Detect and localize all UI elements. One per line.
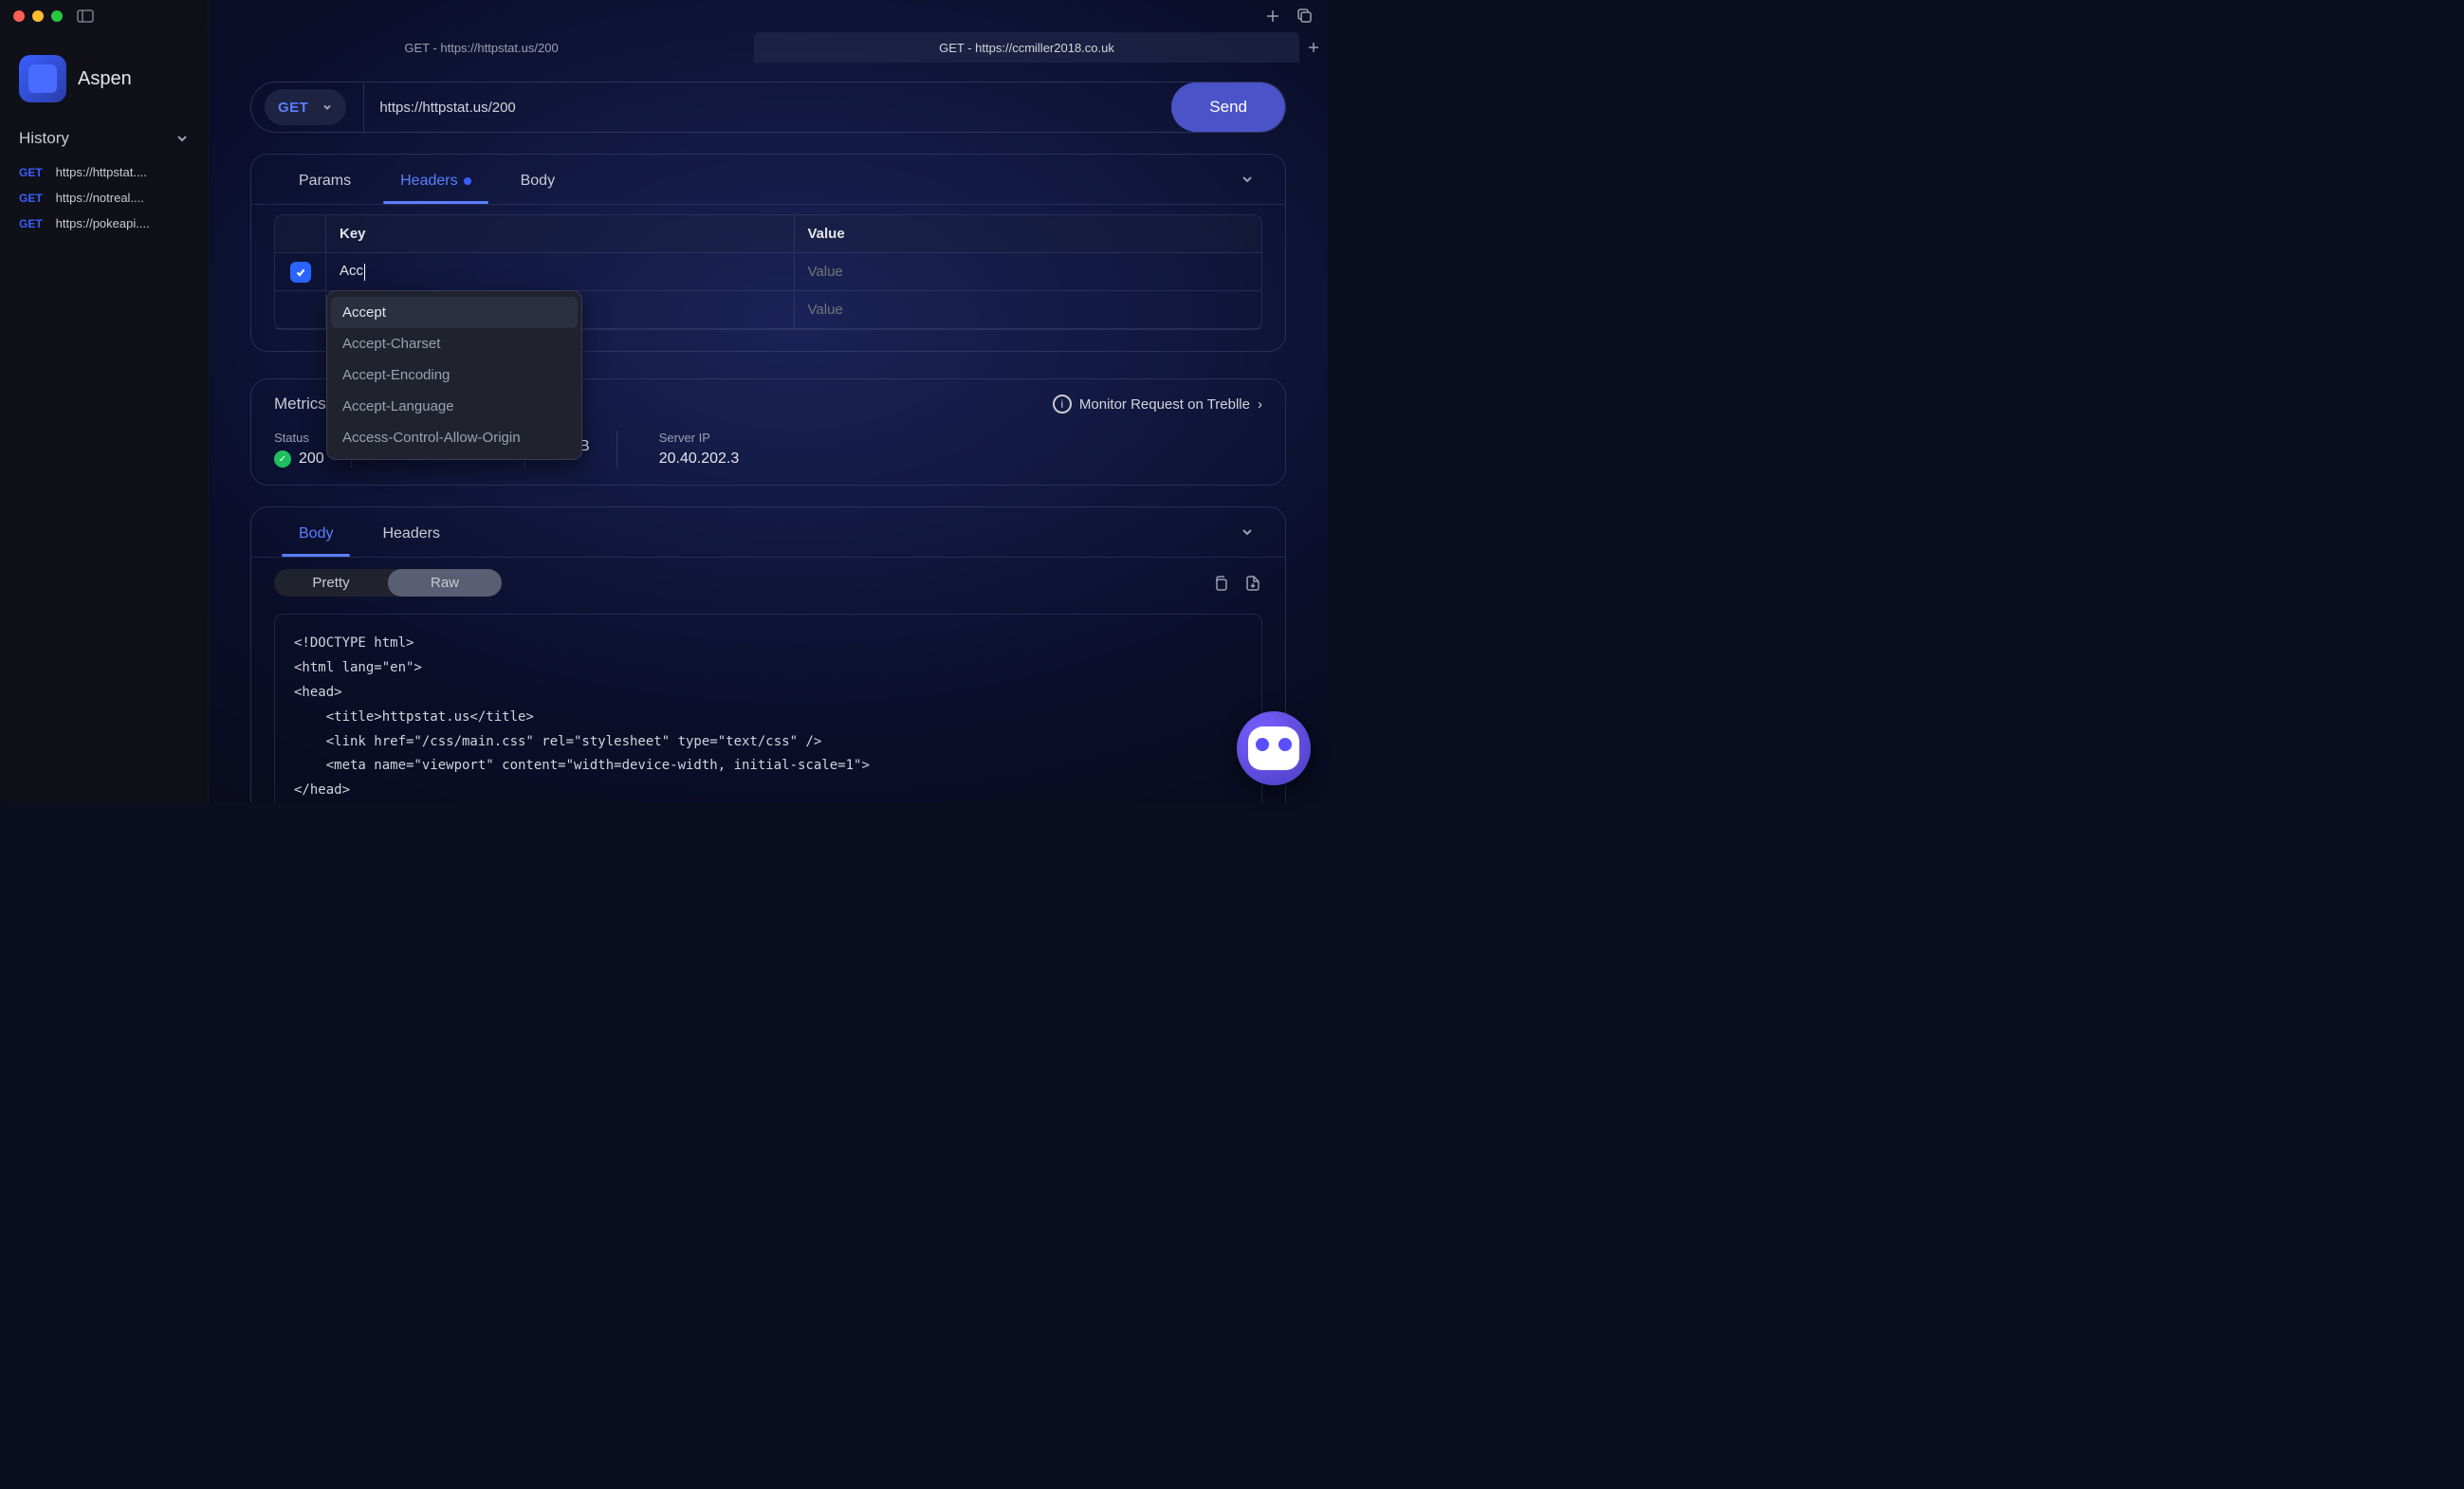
divider xyxy=(363,83,364,132)
history-list: GET https://httpstat.... GET https://not… xyxy=(0,156,208,240)
metric-server-ip: Server IP 20.40.202.3 xyxy=(616,431,766,468)
monitor-link[interactable]: i Monitor Request on Treblle › xyxy=(1053,395,1262,414)
app-name: Aspen xyxy=(78,68,132,90)
header-value-input[interactable] xyxy=(808,302,1249,318)
history-url: https://pokeapi.... xyxy=(56,216,150,230)
status-ok-icon: ✓ xyxy=(274,450,291,468)
autocomplete-popup: Accept Accept-Charset Accept-Encoding Ac… xyxy=(326,290,582,460)
format-raw-button[interactable]: Raw xyxy=(388,569,502,597)
metric-label: Server IP xyxy=(659,431,740,445)
response-body-code[interactable]: <!DOCTYPE html> <html lang="en"> <head> … xyxy=(274,614,1262,802)
history-url: https://notreal.... xyxy=(56,191,144,205)
chevron-right-icon: › xyxy=(1258,396,1262,413)
request-tab[interactable]: GET - https://httpstat.us/200 xyxy=(209,32,754,63)
request-config-panel: Params Headers Body Key Value xyxy=(250,154,1286,352)
app-logo-icon xyxy=(19,55,66,102)
collapse-panel-button[interactable] xyxy=(1232,507,1262,557)
metrics-title: Metrics xyxy=(274,395,326,414)
request-tab-label: GET - https://ccmiller2018.co.uk xyxy=(939,41,1114,55)
autocomplete-option[interactable]: Accept-Language xyxy=(327,391,581,422)
response-tabs: Body Headers xyxy=(251,507,1285,558)
download-response-icon[interactable] xyxy=(1243,574,1262,593)
format-toggle: Pretty Raw xyxy=(274,569,502,597)
request-tab[interactable]: GET - https://ccmiller2018.co.uk xyxy=(754,32,1299,63)
history-item[interactable]: GET https://pokeapi.... xyxy=(0,211,208,236)
tab-body[interactable]: Body xyxy=(496,156,579,203)
copy-response-icon[interactable] xyxy=(1211,574,1230,593)
headers-table: Key Value Acc xyxy=(274,214,1262,330)
header-row: Acc xyxy=(275,253,1261,291)
method-badge: GET xyxy=(19,217,43,230)
header-value-input[interactable] xyxy=(808,264,1249,280)
request-tab-label: GET - https://httpstat.us/200 xyxy=(404,41,558,55)
tab-headers[interactable]: Headers xyxy=(376,156,495,203)
send-button[interactable]: Send xyxy=(1171,83,1285,132)
header-key-input[interactable]: Acc xyxy=(340,263,781,280)
method-selector[interactable]: GET xyxy=(265,89,346,125)
add-tab-button[interactable] xyxy=(1299,32,1328,63)
col-key-label: Key xyxy=(340,226,366,242)
assistant-bot-icon xyxy=(1248,726,1299,770)
maximize-window-button[interactable] xyxy=(51,10,63,22)
method-label: GET xyxy=(278,100,308,116)
monitor-link-label: Monitor Request on Treblle xyxy=(1079,396,1250,413)
tab-response-body[interactable]: Body xyxy=(274,508,358,556)
autocomplete-option[interactable]: Access-Control-Allow-Origin xyxy=(327,422,581,453)
table-header-row: Key Value xyxy=(275,215,1261,253)
history-title: History xyxy=(19,129,69,148)
collapse-panel-button[interactable] xyxy=(1232,155,1262,204)
request-config-tabs: Params Headers Body xyxy=(251,155,1285,205)
duplicate-icon[interactable] xyxy=(1296,7,1315,26)
sidebar: Aspen History GET https://httpstat.... G… xyxy=(0,0,209,802)
method-badge: GET xyxy=(19,166,43,179)
format-pretty-button[interactable]: Pretty xyxy=(274,569,388,597)
autocomplete-option[interactable]: Accept-Charset xyxy=(327,328,581,359)
minimize-window-button[interactable] xyxy=(32,10,44,22)
row-enabled-checkbox[interactable] xyxy=(290,262,311,283)
app-brand: Aspen xyxy=(0,46,208,121)
status-value: 200 xyxy=(299,450,324,468)
chevron-down-icon xyxy=(322,101,333,113)
history-url: https://httpstat.... xyxy=(56,165,147,179)
url-bar: GET Send xyxy=(250,82,1286,133)
chevron-down-icon xyxy=(175,132,189,145)
tab-response-headers[interactable]: Headers xyxy=(358,508,464,556)
history-item[interactable]: GET https://notreal.... xyxy=(0,185,208,211)
method-badge: GET xyxy=(19,192,43,205)
col-value-label: Value xyxy=(808,226,845,242)
url-input[interactable] xyxy=(379,83,1171,132)
assistant-button[interactable] xyxy=(1237,711,1311,785)
tab-params[interactable]: Params xyxy=(274,156,376,203)
titlebar xyxy=(0,0,1328,32)
server-ip-value: 20.40.202.3 xyxy=(659,450,740,468)
history-item[interactable]: GET https://httpstat.... xyxy=(0,159,208,185)
sidebar-toggle-icon[interactable] xyxy=(76,7,95,26)
info-icon: i xyxy=(1053,395,1072,414)
metric-label: Status xyxy=(274,431,324,445)
request-tabbar: GET - https://httpstat.us/200 GET - http… xyxy=(209,32,1328,63)
new-tab-icon[interactable] xyxy=(1263,7,1282,26)
autocomplete-option[interactable]: Accept-Encoding xyxy=(327,359,581,391)
close-window-button[interactable] xyxy=(13,10,25,22)
autocomplete-option[interactable]: Accept xyxy=(331,297,578,328)
changes-indicator-icon xyxy=(464,177,471,185)
main-area: GET - https://httpstat.us/200 GET - http… xyxy=(209,0,1328,802)
history-section-header[interactable]: History xyxy=(0,121,208,156)
response-panel: Body Headers Pretty Raw xyxy=(250,506,1286,802)
window-controls xyxy=(13,10,63,22)
